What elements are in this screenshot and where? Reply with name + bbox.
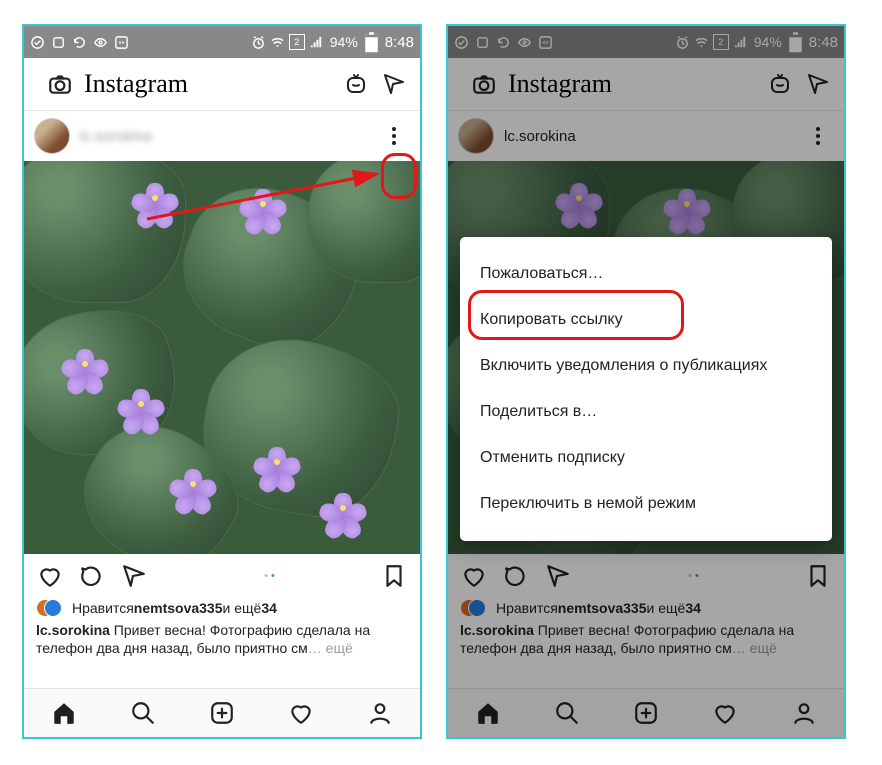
sim-indicator: 2: [289, 34, 305, 50]
post-username[interactable]: lc.sorokina: [80, 128, 378, 145]
phone-right: 2 94% 8:48 Instagram lc.sorokina: [446, 24, 846, 739]
bottom-nav: [24, 688, 420, 737]
avatar[interactable]: [34, 118, 70, 154]
share-button[interactable]: [120, 562, 148, 590]
sheet-item-report[interactable]: Пожаловаться…: [460, 251, 832, 297]
battery-percent: 94%: [330, 34, 358, 50]
nav-search[interactable]: [129, 699, 157, 727]
camera-icon[interactable]: [46, 70, 74, 98]
caption-more: … ещё: [308, 640, 353, 656]
app-header: Instagram: [24, 58, 420, 111]
like-button[interactable]: [36, 562, 64, 590]
carousel-dots: ••: [162, 570, 380, 582]
likes-count: 34: [261, 600, 277, 616]
clock-time: 8:48: [385, 34, 414, 51]
status-left: [30, 35, 251, 50]
sheet-item-copy-link[interactable]: Копировать ссылку: [460, 297, 832, 343]
check-icon: [30, 35, 45, 50]
nav-add[interactable]: [208, 699, 236, 727]
phone-left: 2 94% 8:48 Instagram lc.sorokina: [22, 24, 422, 739]
nav-profile[interactable]: [366, 699, 394, 727]
likes-middle: и ещё: [223, 600, 262, 616]
likes-name: nemtsova335: [134, 600, 223, 616]
comment-button[interactable]: [78, 562, 106, 590]
caption-author: lc.sorokina: [36, 622, 110, 638]
refresh-icon: [72, 35, 87, 50]
status-bar: 2 94% 8:48: [24, 26, 420, 58]
status-right: 2 94% 8:48: [251, 34, 414, 51]
wifi-icon: [270, 35, 285, 50]
box-icon: [51, 35, 66, 50]
nav-activity[interactable]: [287, 699, 315, 727]
sheet-item-unfollow[interactable]: Отменить подписку: [460, 435, 832, 481]
sheet-item-share[interactable]: Поделиться в…: [460, 389, 832, 435]
post-header: lc.sorokina: [24, 111, 420, 161]
signal-icon: [309, 35, 324, 50]
bookmark-button[interactable]: [380, 562, 408, 590]
post-menu-button[interactable]: [378, 120, 410, 152]
teamviewer-icon: [114, 35, 129, 50]
app-title: Instagram: [84, 69, 332, 99]
alarm-icon: [251, 35, 266, 50]
kebab-icon: [392, 127, 396, 145]
sheet-item-notifications[interactable]: Включить уведомления о публикациях: [460, 343, 832, 389]
caption-row[interactable]: lc.sorokina Привет весна! Фотографию сде…: [24, 618, 420, 659]
igtv-icon[interactable]: [342, 70, 370, 98]
eye-icon: [93, 35, 108, 50]
direct-icon[interactable]: [380, 70, 408, 98]
nav-home[interactable]: [50, 699, 78, 727]
likes-row[interactable]: Нравится nemtsova335 и ещё 34: [24, 598, 420, 618]
likes-prefix: Нравится: [72, 600, 134, 616]
post-action-sheet: Пожаловаться… Копировать ссылку Включить…: [460, 237, 832, 541]
action-row: ••: [24, 554, 420, 598]
post-image[interactable]: [24, 161, 420, 554]
like-avatars: [36, 598, 66, 618]
battery-icon: [364, 35, 379, 50]
sheet-item-mute[interactable]: Переключить в немой режим: [460, 481, 832, 527]
